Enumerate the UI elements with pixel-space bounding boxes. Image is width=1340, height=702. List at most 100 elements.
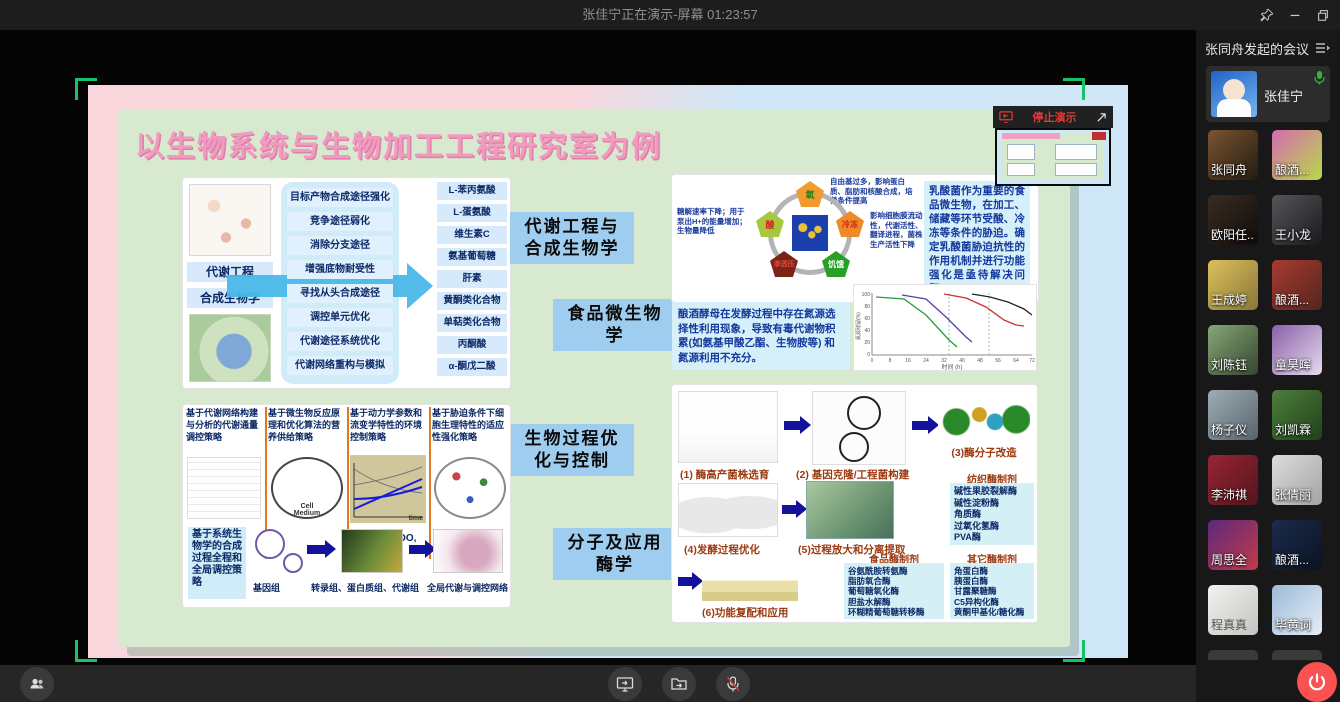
participant-tile[interactable]: 李沛祺 — [1208, 455, 1258, 505]
participant-tile[interactable]: 毕黄词 — [1272, 585, 1322, 635]
bioprocess-panel: 基于代谢网络构建与分析的代谢通量调控策略 基于微生物反应原理和优化算法的营养供给… — [183, 405, 510, 607]
participant-tile[interactable]: 刘凯霖 — [1272, 390, 1322, 440]
mic-muted-icon — [724, 675, 742, 693]
cell-label: Cell — [300, 503, 314, 510]
slide-title: 以生物系统与生物加工工程研究室为例 — [135, 131, 663, 163]
svg-text:56: 56 — [995, 358, 1001, 364]
omics-image — [341, 529, 403, 573]
participant-tile[interactable]: 周思全 — [1208, 520, 1258, 570]
svg-text:16: 16 — [905, 358, 911, 364]
adaptive-map-image — [434, 457, 506, 519]
share-region-bracket — [1063, 640, 1085, 662]
process-strategy-4: 基于胁迫条件下细胞生理特性的适应性强化策略 — [432, 408, 505, 442]
medium-label: Medium — [293, 510, 321, 517]
process-strategy-2: 基于微生物反应原理和优化算法的营养供给策略 — [268, 408, 341, 442]
metabolic-panel: 代谢工程 合成生物学 目标产物合成途径强化 竞争途径弱化 消除分支途径 增强底物… — [183, 178, 510, 388]
participant-tile[interactable]: 酿酒... — [1272, 260, 1322, 310]
stop-presenting-button[interactable]: 停止演示 — [993, 106, 1113, 128]
strategy-item: 调控单元优化 — [287, 308, 393, 327]
participant-tile[interactable]: 欧阳任.. — [1208, 195, 1258, 245]
other-enzymes-list: 角蛋白酶 胰蛋白酶 甘露聚糖酶 C5异构化酶 黄酮甲基化/糖化酶 — [950, 563, 1034, 619]
participant-tile[interactable]: 王成婷 — [1208, 260, 1258, 310]
section-label-process: 生物过程优化与控制 — [510, 424, 634, 476]
screen-share-icon — [616, 675, 634, 693]
product-item: 黄酮类化合物 — [437, 292, 507, 310]
participants-button[interactable] — [20, 667, 54, 701]
bacteria-image — [792, 215, 828, 251]
strategy-item: 竞争途径弱化 — [287, 212, 393, 231]
section-label-food: 食品微生物学 — [553, 299, 677, 351]
stress-note-top: 自由基过多，影响蛋白质、脂肪和核酸合成，培养条件提高 — [830, 177, 913, 205]
meeting-window: 张佳宁正在演示-屏幕 01:23:57 以生物系统与生物加工工程研究室为例 代谢… — [0, 0, 1340, 702]
participant-tile[interactable]: 程真真 — [1208, 585, 1258, 635]
lactic-acid-text: 乳酸菌作为重要的食品微生物，在加工、储藏等环节受酸、冷冻等条件的胁迫。确定乳酸菌… — [924, 181, 1030, 296]
metabolic-network-image — [189, 184, 271, 256]
plasmid-image — [812, 391, 906, 465]
section-label-enzyme: 分子及应用酶学 — [553, 528, 677, 580]
flow-arrow — [678, 572, 703, 590]
svg-text:40: 40 — [959, 358, 965, 364]
flux-network-image — [187, 457, 261, 519]
expand-icon[interactable] — [1096, 112, 1107, 123]
participant-tile[interactable]: 张倩丽 — [1272, 455, 1322, 505]
yeast-nitrogen-text: 酿酒酵母在发酵过程中存在氮源选择性利用现象，导致有毒代谢物积累(如氨基甲酸乙酯、… — [672, 302, 850, 370]
preview-thumbnail[interactable] — [995, 128, 1111, 186]
participant-tile[interactable] — [1208, 650, 1258, 660]
omics-label: 全局代谢与调控网络 — [427, 583, 509, 593]
omics-label: 转录组、蛋白质组、代谢组 — [311, 583, 420, 593]
participant-tile[interactable]: 张同舟 — [1208, 130, 1258, 180]
cell-illustration-image — [189, 314, 271, 382]
textile-enzymes-list: 碱性果胶裂解酶 碱性淀粉酶 角质酶 过氧化氢酶 PVA酶 — [950, 483, 1034, 545]
svg-text:48: 48 — [977, 358, 983, 364]
restore-button[interactable] — [1314, 6, 1332, 24]
screen-share-button[interactable] — [608, 667, 642, 701]
cell-medium-image: Cell Medium — [271, 457, 343, 519]
svg-text:100: 100 — [862, 292, 871, 298]
pentagon-oxygen: 氧 — [796, 181, 824, 207]
collapse-list-icon[interactable] — [1315, 41, 1331, 55]
process-strategy-3: 基于动力学参数和流变学特性的环境控制策略 — [350, 408, 423, 442]
participant-tile[interactable]: 童昊晖 — [1272, 325, 1322, 375]
participant-tile[interactable]: 酿酒... — [1272, 130, 1322, 180]
svg-text:8: 8 — [889, 358, 892, 364]
participant-tile[interactable]: 王小龙 — [1272, 195, 1322, 245]
flow-arrow — [784, 416, 811, 434]
power-icon — [1307, 672, 1327, 692]
meeting-title-row: 张同舟发起的会议 — [1205, 38, 1331, 58]
stop-presenting-panel: 停止演示 — [993, 106, 1113, 188]
participant-tile[interactable]: 刘陈钰 — [1208, 325, 1258, 375]
participant-tile-featured[interactable]: 张佳宁 — [1206, 66, 1330, 122]
strategy-item: 代谢网络重构与模拟 — [287, 356, 393, 375]
screen-share-stage: 以生物系统与生物加工工程研究室为例 代谢工程 合成生物学 目标产物合成途径强化 … — [0, 30, 1196, 665]
fermentation-curves-image — [678, 483, 778, 537]
step-2-label: (2) 基因克隆/工程菌构建 — [796, 469, 910, 481]
leave-meeting-button[interactable] — [1297, 662, 1337, 702]
flow-arrow — [307, 540, 336, 558]
svg-text:64: 64 — [1013, 358, 1019, 364]
step-6-label: (6)功能复配和应用 — [702, 607, 789, 619]
kinetics-plot-image: time — [350, 455, 426, 523]
genome-image — [255, 529, 285, 559]
strategy-item: 目标产物合成途径强化 — [287, 188, 393, 207]
participant-tile[interactable]: 酿酒... — [1272, 520, 1322, 570]
step-1-label: (1) 酶高产菌株选育 — [680, 469, 770, 481]
mic-muted-button[interactable] — [716, 667, 750, 701]
share-file-button[interactable] — [662, 667, 696, 701]
flow-arrow — [782, 500, 807, 518]
strain-screening-image — [678, 391, 778, 463]
mic-on-icon — [1313, 70, 1326, 85]
food-micro-panel: 糖解速率下降；用于泵出H+的能量增加；生物量降低 自由基过多，影响蛋白质、脂肪和… — [672, 175, 1038, 302]
product-item: 丙酮酸 — [437, 336, 507, 354]
participant-tile[interactable] — [1272, 650, 1322, 660]
omics-label: 基因组 — [253, 583, 281, 593]
participants-sidebar: 张同舟发起的会议 张佳宁 张同舟 酿酒... 欧阳任.. 王小龙 王成婷 酿酒.… — [1196, 30, 1340, 702]
global-network-image — [433, 529, 503, 573]
step-3-label: (3)酶分子改造 — [951, 447, 1017, 459]
svg-text:60: 60 — [864, 316, 870, 322]
pin-icon[interactable] — [1258, 6, 1276, 24]
minimize-button[interactable] — [1286, 6, 1304, 24]
product-item: 单萜类化合物 — [437, 314, 507, 332]
participant-tile[interactable]: 杨子仪 — [1208, 390, 1258, 440]
window-controls — [1258, 0, 1332, 30]
share-region-bracket — [1063, 78, 1085, 100]
